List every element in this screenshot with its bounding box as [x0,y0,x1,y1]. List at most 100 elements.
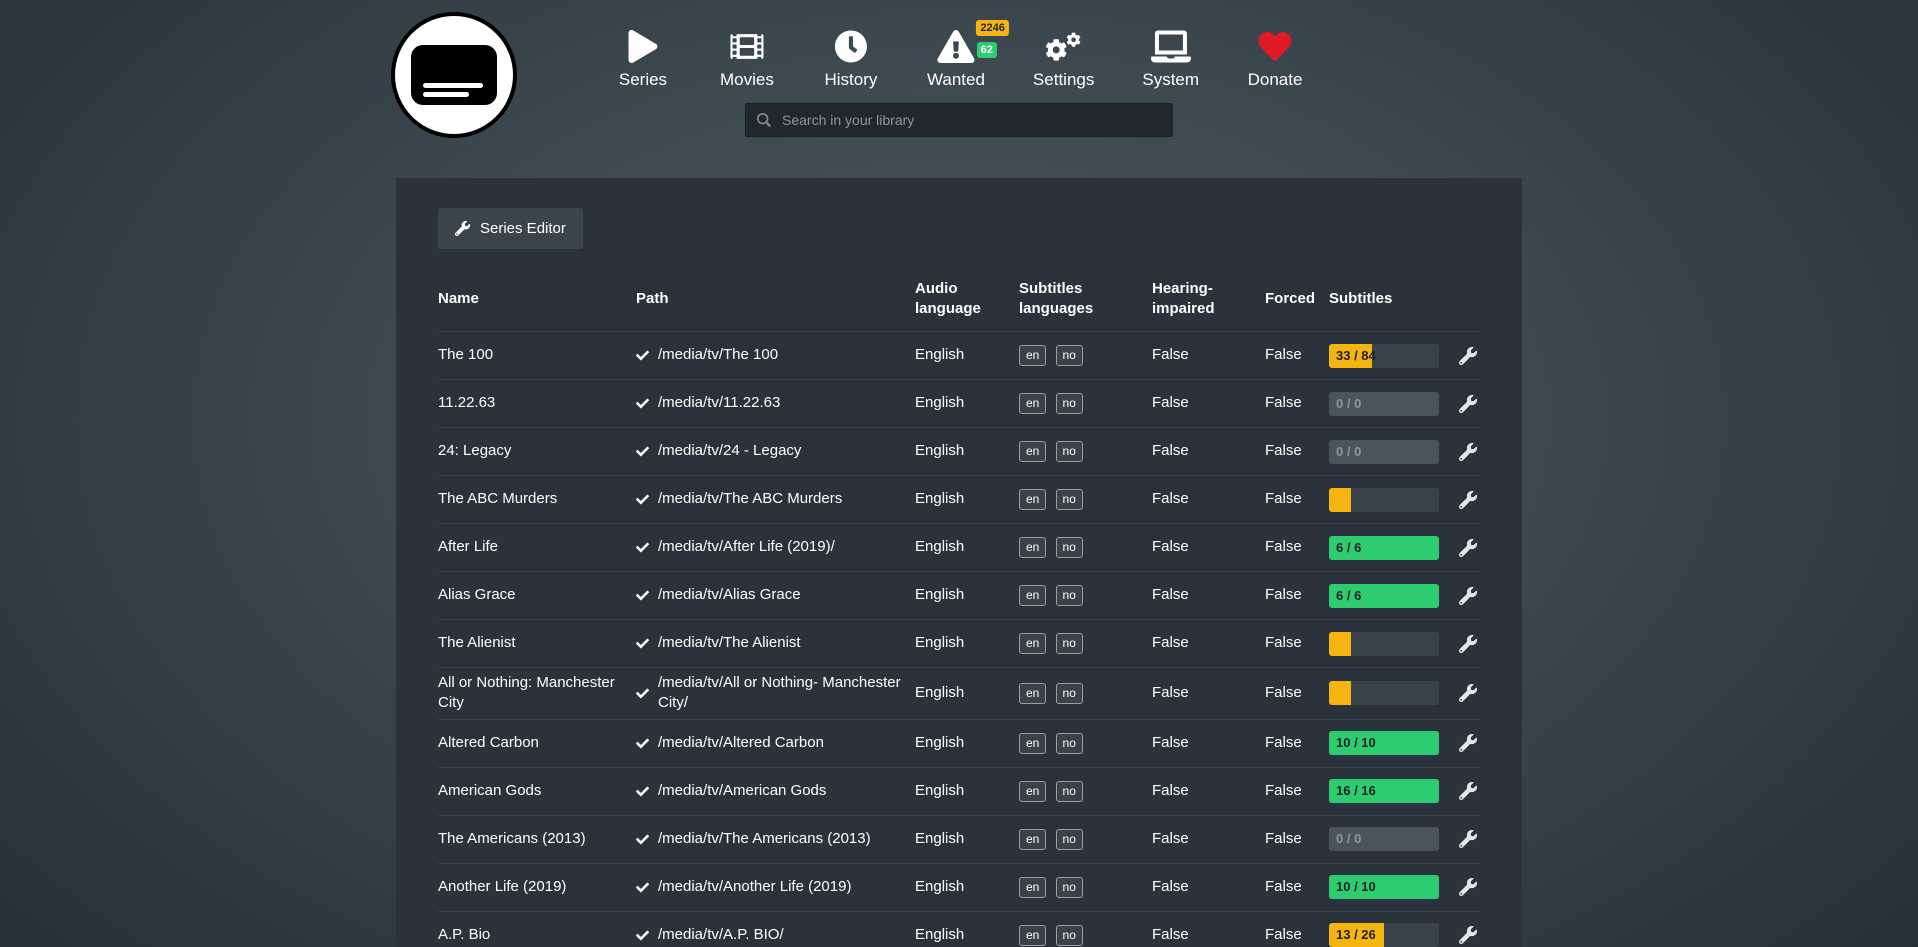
col-header-audio-language: Audio language [915,279,1019,318]
gears-icon [1044,30,1084,63]
hearing-impaired-value: False [1152,441,1265,461]
table-row: American Gods /media/tv/American Gods En… [438,767,1480,815]
check-icon [636,737,649,750]
nav-item-donate[interactable]: Donate [1247,30,1303,90]
clock-icon [831,30,871,63]
series-path: /media/tv/After Life (2019)/ [658,537,835,557]
series-path-cell: /media/tv/The Alienist [636,633,915,653]
series-path: /media/tv/A.P. BIO/ [658,925,784,945]
series-edit-button[interactable] [1459,539,1491,557]
series-table-body: The 100 /media/tv/The 100 English en no … [438,331,1480,947]
bazarr-logo[interactable] [391,12,517,138]
series-edit-button[interactable] [1459,782,1491,800]
series-edit-button[interactable] [1459,926,1491,944]
series-name-link[interactable]: After Life [438,537,636,557]
language-badge: en [1019,537,1046,558]
table-header-row: Name Path Audio language Subtitles langu… [438,279,1480,331]
forced-value: False [1265,829,1329,849]
language-badge: no [1056,781,1083,802]
subtitles-progress-fill [1329,681,1351,705]
play-icon [623,30,663,63]
series-path: /media/tv/Altered Carbon [658,733,824,753]
forced-value: False [1265,781,1329,801]
series-edit-button[interactable] [1459,395,1491,413]
language-badge: en [1019,781,1046,802]
nav-label-series: Series [619,70,667,90]
series-path: /media/tv/The ABC Murders [658,489,842,509]
nav-item-movies[interactable]: Movies [719,30,775,90]
series-name-link[interactable]: A.P. Bio [438,925,636,945]
language-badge: no [1056,925,1083,946]
heart-icon [1255,30,1295,63]
logo-subtitle-line [423,83,483,88]
series-path-cell: /media/tv/Alias Grace [636,585,915,605]
subtitles-progress: 10 / 10 [1329,875,1439,899]
subtitles-cell [1329,632,1459,656]
series-edit-button[interactable] [1459,734,1491,752]
col-header-name: Name [438,289,636,309]
nav-item-system[interactable]: System [1142,30,1199,90]
series-edit-button[interactable] [1459,878,1491,896]
nav-item-settings[interactable]: Settings [1033,30,1094,90]
check-icon [636,881,649,894]
check-icon [636,687,649,700]
table-row: Altered Carbon /media/tv/Altered Carbon … [438,719,1480,767]
series-name-link[interactable]: The Alienist [438,633,636,653]
subtitles-languages-cell: en no [1019,733,1152,754]
check-icon [636,397,649,410]
series-edit-button[interactable] [1459,587,1491,605]
series-name-link[interactable]: Another Life (2019) [438,877,636,897]
series-name-link[interactable]: 24: Legacy [438,441,636,461]
col-header-path: Path [636,289,915,309]
subtitles-progress-text: 0 / 0 [1336,443,1361,461]
hearing-impaired-value: False [1152,585,1265,605]
nav-item-series[interactable]: Series [615,30,671,90]
series-edit-button[interactable] [1459,443,1491,461]
series-table: Name Path Audio language Subtitles langu… [438,279,1480,947]
hearing-impaired-value: False [1152,829,1265,849]
series-path-cell: /media/tv/The 100 [636,345,915,365]
subtitles-progress [1329,681,1439,705]
series-edit-button[interactable] [1459,830,1491,848]
language-badge: no [1056,683,1083,704]
check-icon [636,349,649,362]
check-icon [636,929,649,942]
subtitles-progress: 16 / 16 [1329,779,1439,803]
series-name-link[interactable]: The ABC Murders [438,489,636,509]
nav-item-history[interactable]: History [823,30,879,90]
check-icon [636,637,649,650]
subtitles-progress: 6 / 6 [1329,584,1439,608]
series-name-link[interactable]: Altered Carbon [438,733,636,753]
audio-language: English [915,925,1019,945]
series-path-cell: /media/tv/After Life (2019)/ [636,537,915,557]
table-row: The ABC Murders /media/tv/The ABC Murder… [438,475,1480,523]
main-nav: Series Movies History 2246 62 Wanted [615,30,1303,90]
logo-subtitle-line [423,92,469,97]
series-name-link[interactable]: The Americans (2013) [438,829,636,849]
series-name-link[interactable]: 11.22.63 [438,393,636,413]
series-editor-button[interactable]: Series Editor [438,208,583,249]
series-name-link[interactable]: The 100 [438,345,636,365]
table-row: 24: Legacy /media/tv/24 - Legacy English… [438,427,1480,475]
col-header-subtitles-languages: Subtitles languages [1019,279,1152,318]
series-name-link[interactable]: American Gods [438,781,636,801]
forced-value: False [1265,733,1329,753]
nav-item-wanted[interactable]: 2246 62 Wanted [927,30,985,90]
series-name-link[interactable]: Alias Grace [438,585,636,605]
search-input[interactable] [780,111,1161,129]
forced-value: False [1265,585,1329,605]
subtitles-progress [1329,488,1439,512]
series-edit-button[interactable] [1459,684,1491,702]
series-edit-button[interactable] [1459,491,1491,509]
subtitles-languages-cell: en no [1019,537,1152,558]
audio-language: English [915,829,1019,849]
hearing-impaired-value: False [1152,537,1265,557]
subtitles-progress-fill [1329,488,1351,512]
subtitles-languages-cell: en no [1019,633,1152,654]
series-name-link[interactable]: All or Nothing: Manchester City [438,673,636,714]
nav-label-system: System [1142,70,1199,90]
series-edit-button[interactable] [1459,635,1491,653]
series-edit-button[interactable] [1459,347,1491,365]
subtitles-languages-cell: en no [1019,683,1152,704]
language-badge: en [1019,345,1046,366]
